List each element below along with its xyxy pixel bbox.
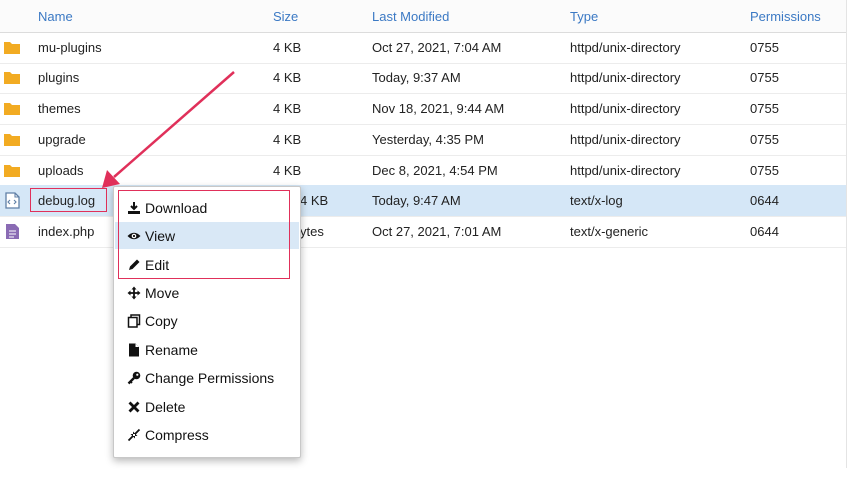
menu-item-change-permissions[interactable]: Change Permissions: [115, 364, 299, 391]
menu-item-compress[interactable]: Compress: [115, 421, 299, 448]
table-row[interactable]: plugins 4 KB Today, 9:37 AM httpd/unix-d…: [0, 62, 846, 94]
column-header-permissions[interactable]: Permissions: [750, 9, 821, 24]
folder-icon: [4, 72, 20, 84]
table-row[interactable]: upgrade 4 KB Yesterday, 4:35 PM httpd/un…: [0, 124, 846, 156]
file-size: 4 KB: [300, 193, 329, 208]
move-arrows-icon: [127, 286, 141, 300]
eye-icon: [127, 232, 141, 240]
x-icon: [128, 401, 140, 413]
file-name[interactable]: themes: [38, 101, 81, 116]
table-row[interactable]: mu-plugins 4 KB Oct 27, 2021, 7:04 AM ht…: [0, 32, 846, 64]
column-header-type[interactable]: Type: [570, 9, 598, 24]
file-type: httpd/unix-directory: [570, 101, 681, 116]
menu-item-label: Copy: [145, 313, 178, 329]
file-size: 4 KB: [273, 70, 302, 85]
file-permissions: 0644: [750, 193, 779, 208]
file-size: 4 KB: [273, 40, 302, 55]
menu-item-delete[interactable]: Delete: [115, 393, 299, 420]
menu-item-move[interactable]: Move: [115, 279, 299, 306]
file-size: 4 KB: [273, 101, 302, 116]
menu-item-download[interactable]: Download: [115, 194, 299, 221]
pencil-icon: [129, 259, 140, 270]
file-size: 4 KB: [273, 132, 302, 147]
file-permissions: 0755: [750, 163, 779, 178]
menu-item-label: Download: [145, 200, 208, 216]
file-size: ytes: [300, 224, 324, 239]
file-modified: Today, 9:47 AM: [372, 193, 461, 208]
file-type: text/x-log: [570, 193, 623, 208]
file-permissions: 0755: [750, 40, 779, 55]
menu-item-label: Delete: [145, 399, 186, 415]
menu-item-label: Move: [145, 285, 180, 301]
file-name[interactable]: debug.log: [38, 193, 95, 208]
copy-icon: [127, 314, 141, 328]
file-modified: Dec 8, 2021, 4:54 PM: [372, 163, 498, 178]
column-header-name[interactable]: Name: [38, 9, 73, 24]
file-permissions: 0644: [750, 224, 779, 239]
file-modified: Nov 18, 2021, 9:44 AM: [372, 101, 505, 116]
download-icon: [128, 202, 140, 214]
column-header-last-modified[interactable]: Last Modified: [372, 9, 449, 24]
folder-icon: [4, 134, 20, 146]
menu-item-label: Edit: [145, 257, 170, 273]
column-header-size[interactable]: Size: [273, 9, 298, 24]
file-name[interactable]: uploads: [38, 163, 84, 178]
file-permissions: 0755: [750, 101, 779, 116]
file-modified: Yesterday, 4:35 PM: [372, 132, 485, 147]
text-file-icon: [6, 224, 19, 239]
compress-icon: [127, 428, 141, 442]
file-type: httpd/unix-directory: [570, 163, 681, 178]
menu-item-label: View: [145, 228, 176, 244]
code-file-icon: [5, 192, 20, 209]
folder-icon: [4, 103, 20, 115]
file-permissions: 0755: [750, 132, 779, 147]
menu-item-rename[interactable]: Rename: [115, 336, 299, 363]
menu-item-view[interactable]: View: [115, 222, 299, 249]
file-type: httpd/unix-directory: [570, 132, 681, 147]
file-size: 4 KB: [273, 163, 302, 178]
file-name[interactable]: plugins: [38, 70, 79, 85]
table-row[interactable]: uploads 4 KB Dec 8, 2021, 4:54 PM httpd/…: [0, 155, 846, 187]
file-modified: Oct 27, 2021, 7:01 AM: [372, 224, 502, 239]
table-header: Name Size Last Modified Type Permissions: [0, 0, 846, 33]
file-name[interactable]: mu-plugins: [38, 40, 102, 55]
context-menu: Download View Edit Move Copy Rename Chan…: [113, 186, 301, 458]
menu-item-label: Compress: [145, 427, 209, 443]
folder-icon: [4, 165, 20, 177]
file-type: text/x-generic: [570, 224, 649, 239]
file-type: httpd/unix-directory: [570, 70, 681, 85]
file-icon: [129, 343, 139, 357]
table-row[interactable]: themes 4 KB Nov 18, 2021, 9:44 AM httpd/…: [0, 93, 846, 125]
key-icon: [127, 371, 141, 385]
file-permissions: 0755: [750, 70, 779, 85]
folder-icon: [4, 42, 20, 54]
menu-item-copy[interactable]: Copy: [115, 307, 299, 334]
file-name[interactable]: upgrade: [38, 132, 86, 147]
file-type: httpd/unix-directory: [570, 40, 681, 55]
file-modified: Today, 9:37 AM: [372, 70, 461, 85]
menu-item-label: Change Permissions: [145, 370, 275, 386]
file-modified: Oct 27, 2021, 7:04 AM: [372, 40, 502, 55]
file-name[interactable]: index.php: [38, 224, 94, 239]
menu-item-edit[interactable]: Edit: [115, 251, 299, 278]
menu-item-label: Rename: [145, 342, 198, 358]
